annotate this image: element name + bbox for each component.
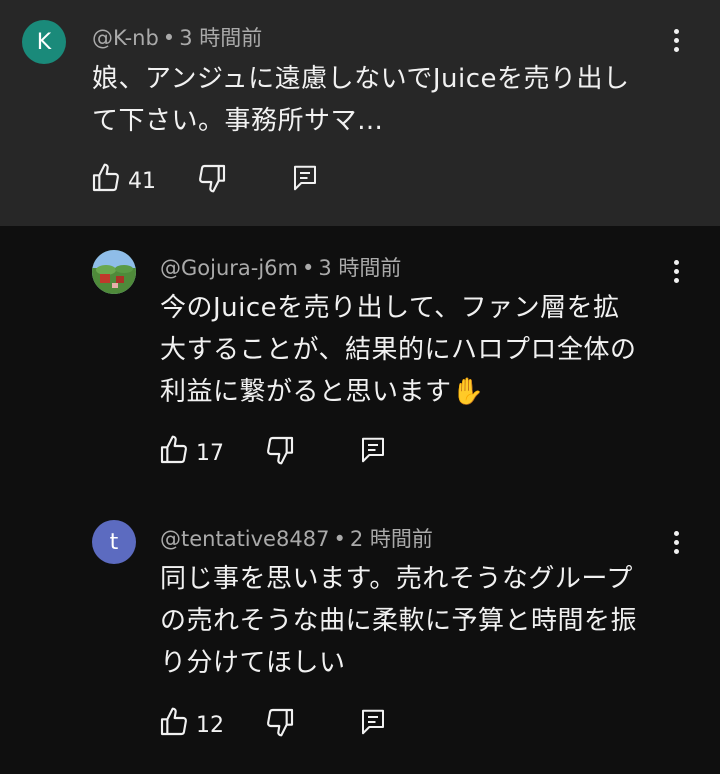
like-button[interactable] [158,434,190,466]
author-handle[interactable]: @K-nb [92,26,159,50]
like-count: 17 [196,441,224,466]
avatar[interactable]: K [22,20,66,64]
like-button[interactable] [158,706,190,738]
comment-time: 3 時間前 [318,256,402,280]
thumbs-up-icon [160,435,187,464]
comment-1: K @K-nb • 3 時間前 娘、アンジュに遠慮しないでJuiceを売り出し て下… [0,0,720,226]
comment-text-line: 今のJuiceを売り出して、ファン層を拡 [160,293,620,323]
meta-separator: • [162,26,176,50]
comment-2: @Gojura-j6m • 3 時間前 今のJuiceを売り出して、ファン層を拡 大… [0,226,720,496]
comment-text-line: て下さい。事務所サマ… [92,106,384,136]
reply-button[interactable] [358,434,388,466]
reply-button[interactable] [290,162,320,194]
thumbs-up-icon [160,707,187,736]
thumbs-up-icon [92,163,119,192]
meta-separator: • [302,256,315,280]
more-vert-icon[interactable] [664,524,688,560]
comment-meta: @tentative8487 • 2 時間前 [160,525,433,553]
comment-actions: 12 [158,706,418,746]
comment-text-line: 利益に繋がると思います✋ [160,377,485,407]
comment-time: 2 時間前 [349,527,433,551]
dislike-button[interactable] [264,434,296,466]
dislike-button[interactable] [264,706,296,738]
thumbs-down-icon [267,708,294,737]
meta-separator: • [333,527,346,551]
comment-time: 3 時間前 [179,26,263,50]
comment-text-line: 娘、アンジュに遠慮しないでJuiceを売り出し [92,64,630,94]
comment-actions: 41 [90,162,350,202]
reply-icon [362,437,384,463]
author-handle[interactable]: @tentative8487 [160,527,329,551]
comment-text-line: り分けてほしい [160,648,346,678]
comment-meta: @Gojura-j6m • 3 時間前 [160,254,401,282]
reply-icon [294,165,316,191]
reply-button[interactable] [358,706,388,738]
thumbs-down-icon [267,436,294,465]
dislike-button[interactable] [196,162,228,194]
comment-text: 同じ事を思います。売れそうなグループ の売れそうな曲に柔軟に予算と時間を振 り分… [160,558,700,684]
author-handle[interactable]: @Gojura-j6m [160,256,298,280]
more-vert-icon[interactable] [664,253,688,289]
avatar[interactable]: t [92,520,136,564]
thumbs-down-icon [199,164,226,193]
like-count: 41 [128,169,156,194]
landscape-avatar-icon [92,250,136,294]
comment-text: 娘、アンジュに遠慮しないでJuiceを売り出し て下さい。事務所サマ… [92,58,692,142]
more-vert-icon[interactable] [664,22,688,58]
comment-text: 今のJuiceを売り出して、ファン層を拡 大することが、結果的にハロプロ全体の … [160,287,700,413]
like-count: 12 [196,713,224,738]
avatar-letter: t [109,529,119,555]
comment-text-line: の売れそうな曲に柔軟に予算と時間を振 [160,606,638,636]
avatar-letter: K [36,29,52,55]
comment-text-line: 大することが、結果的にハロプロ全体の [160,335,637,365]
reply-icon [362,709,384,735]
like-button[interactable] [90,162,122,194]
avatar[interactable] [92,250,136,294]
comment-actions: 17 [158,434,418,474]
comment-text-line: 同じ事を思います。売れそうなグループ [160,564,633,594]
comment-meta: @K-nb • 3 時間前 [92,24,262,52]
comment-3: t @tentative8487 • 2 時間前 同じ事を思います。売れそうなグルー… [0,496,720,774]
